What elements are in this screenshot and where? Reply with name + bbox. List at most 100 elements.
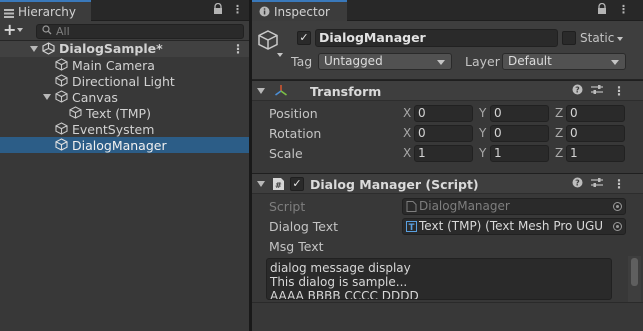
- axis-y-label[interactable]: Y: [479, 106, 486, 120]
- script-object-field: DialogManager: [402, 198, 626, 215]
- hierarchy-search[interactable]: [36, 24, 244, 39]
- tab-inspector-label: Inspector: [274, 4, 330, 19]
- axis-y-label[interactable]: Y: [479, 126, 486, 140]
- script-enabled-checkbox[interactable]: ✓: [290, 177, 304, 191]
- chevron-down-icon: [437, 60, 445, 65]
- add-dropdown-caret-icon[interactable]: [17, 28, 23, 32]
- hierarchy-item-directional-light[interactable]: Directional Light: [0, 73, 249, 89]
- svg-text:?: ?: [575, 179, 580, 188]
- static-dropdown-caret-icon[interactable]: [617, 37, 623, 41]
- msg-text-label: Msg Text: [269, 239, 324, 254]
- axis-y-label[interactable]: Y: [479, 146, 486, 160]
- canvas-fold-arrow-icon[interactable]: [43, 94, 51, 100]
- list-icon: [4, 7, 14, 18]
- dialog-text-object-field[interactable]: T Text (TMP) (Text Mesh Pro UGU: [402, 218, 626, 235]
- gameobject-cube-icon[interactable]: [257, 29, 279, 51]
- hierarchy-item-label: Text (TMP): [86, 105, 151, 121]
- msg-text-area[interactable]: dialog message display This dialog is sa…: [266, 258, 612, 300]
- scale-z-field[interactable]: 1: [566, 145, 625, 162]
- hierarchy-item-label: DialogManager: [72, 137, 167, 153]
- preset-sliders-icon[interactable]: [591, 84, 603, 98]
- hierarchy-item-label: EventSystem: [72, 121, 155, 137]
- lock-icon[interactable]: [597, 2, 607, 19]
- add-plus-icon[interactable]: +: [3, 22, 16, 38]
- object-name-field[interactable]: DialogManager: [315, 29, 558, 47]
- tag-dropdown[interactable]: Untagged: [318, 53, 452, 70]
- hierarchy-item-label: Directional Light: [72, 73, 175, 89]
- scene-name: DialogSample*: [59, 41, 163, 56]
- msg-text-line: AAAA BBBB CCCC DDDD: [270, 289, 419, 300]
- hierarchy-item-eventsystem[interactable]: EventSystem: [0, 121, 249, 137]
- search-input[interactable]: [56, 25, 236, 38]
- tab-menu-kebab-icon[interactable]: ⋮: [232, 3, 243, 17]
- gameobject-cube-icon: [55, 122, 68, 135]
- position-x-field[interactable]: 0: [414, 105, 473, 122]
- axis-z-label[interactable]: Z: [555, 146, 563, 160]
- static-label: Static: [580, 31, 615, 45]
- script-object-value: DialogManager: [419, 199, 510, 213]
- svg-text:T: T: [409, 223, 415, 232]
- axis-x-label[interactable]: X: [403, 106, 411, 120]
- hierarchy-item-text-tmp[interactable]: Text (TMP): [0, 105, 249, 121]
- position-label: Position: [269, 106, 318, 121]
- position-y-field[interactable]: 0: [490, 105, 549, 122]
- object-picker-icon[interactable]: [613, 222, 622, 231]
- help-icon[interactable]: ?: [572, 177, 583, 191]
- rotation-z-field[interactable]: 0: [566, 125, 625, 142]
- tab-hierarchy[interactable]: Hierarchy: [0, 0, 91, 21]
- position-z-field[interactable]: 0: [566, 105, 625, 122]
- object-picker-icon: [613, 202, 622, 211]
- hierarchy-item-dialogmanager[interactable]: DialogManager: [0, 137, 249, 153]
- transform-fold-arrow-icon[interactable]: [257, 88, 265, 94]
- hierarchy-item-label: Main Camera: [72, 57, 155, 73]
- transform-header[interactable]: Transform ? ⋮: [252, 80, 643, 101]
- axis-x-label[interactable]: X: [403, 126, 411, 140]
- gameobject-cube-icon: [55, 58, 68, 71]
- script-fold-arrow-icon[interactable]: [257, 181, 265, 187]
- hierarchy-item-main-camera[interactable]: Main Camera: [0, 57, 249, 73]
- tmp-text-icon: T: [406, 221, 417, 233]
- gameobject-cube-icon: [55, 138, 68, 151]
- hierarchy-item-canvas[interactable]: Canvas: [0, 89, 249, 105]
- rotation-x-field[interactable]: 0: [414, 125, 473, 142]
- script-label: Script: [269, 199, 306, 214]
- scene-menu-kebab-icon[interactable]: ⋮: [232, 43, 244, 55]
- tab-inspector[interactable]: Inspector: [252, 0, 347, 21]
- scale-x-field[interactable]: 1: [414, 145, 473, 162]
- rotation-y-field[interactable]: 0: [490, 125, 549, 142]
- msg-text-line: dialog message display: [270, 261, 411, 275]
- component-kebab-icon[interactable]: ⋮: [613, 177, 625, 191]
- script-component-header[interactable]: # ✓ Dialog Manager (Script) ? ⋮: [252, 173, 643, 194]
- preset-sliders-icon[interactable]: [591, 177, 603, 191]
- static-checkbox[interactable]: [562, 31, 576, 45]
- dialog-text-label: Dialog Text: [269, 219, 339, 234]
- transform-title: Transform: [310, 84, 382, 99]
- tab-hierarchy-label: Hierarchy: [18, 4, 77, 19]
- help-icon[interactable]: ?: [572, 84, 583, 98]
- inspector-scrollbar-thumb[interactable]: [631, 258, 638, 286]
- scene-row[interactable]: DialogSample* ⋮: [0, 41, 249, 57]
- dialog-text-object-value: Text (TMP) (Text Mesh Pro UGU: [419, 219, 604, 233]
- axis-z-label[interactable]: Z: [555, 106, 563, 120]
- scale-y-field[interactable]: 1: [490, 145, 549, 162]
- tab-menu-kebab-icon[interactable]: ⋮: [618, 3, 629, 17]
- axis-x-label[interactable]: X: [403, 146, 411, 160]
- active-checkbox[interactable]: ✓: [297, 31, 311, 45]
- script-component-title: Dialog Manager (Script): [310, 177, 479, 192]
- tag-label: Tag: [291, 54, 313, 69]
- transform-axes-icon: [274, 84, 288, 98]
- hierarchy-toolbar: +: [0, 21, 249, 41]
- icon-dropdown-caret-icon[interactable]: [277, 53, 283, 57]
- unity-scene-icon: [42, 42, 55, 55]
- scene-fold-arrow-icon[interactable]: [30, 46, 38, 52]
- gameobject-cube-icon: [55, 90, 68, 103]
- info-icon: [259, 6, 270, 17]
- axis-z-label[interactable]: Z: [555, 126, 563, 140]
- lock-icon[interactable]: [213, 2, 223, 19]
- rotation-label: Rotation: [269, 126, 322, 141]
- hierarchy-tab-strip: Hierarchy ⋮: [0, 0, 249, 21]
- layer-dropdown[interactable]: Default: [502, 53, 626, 70]
- component-kebab-icon[interactable]: ⋮: [613, 84, 625, 98]
- gameobject-cube-icon: [69, 106, 82, 119]
- inspector-bottom-area: [252, 302, 643, 331]
